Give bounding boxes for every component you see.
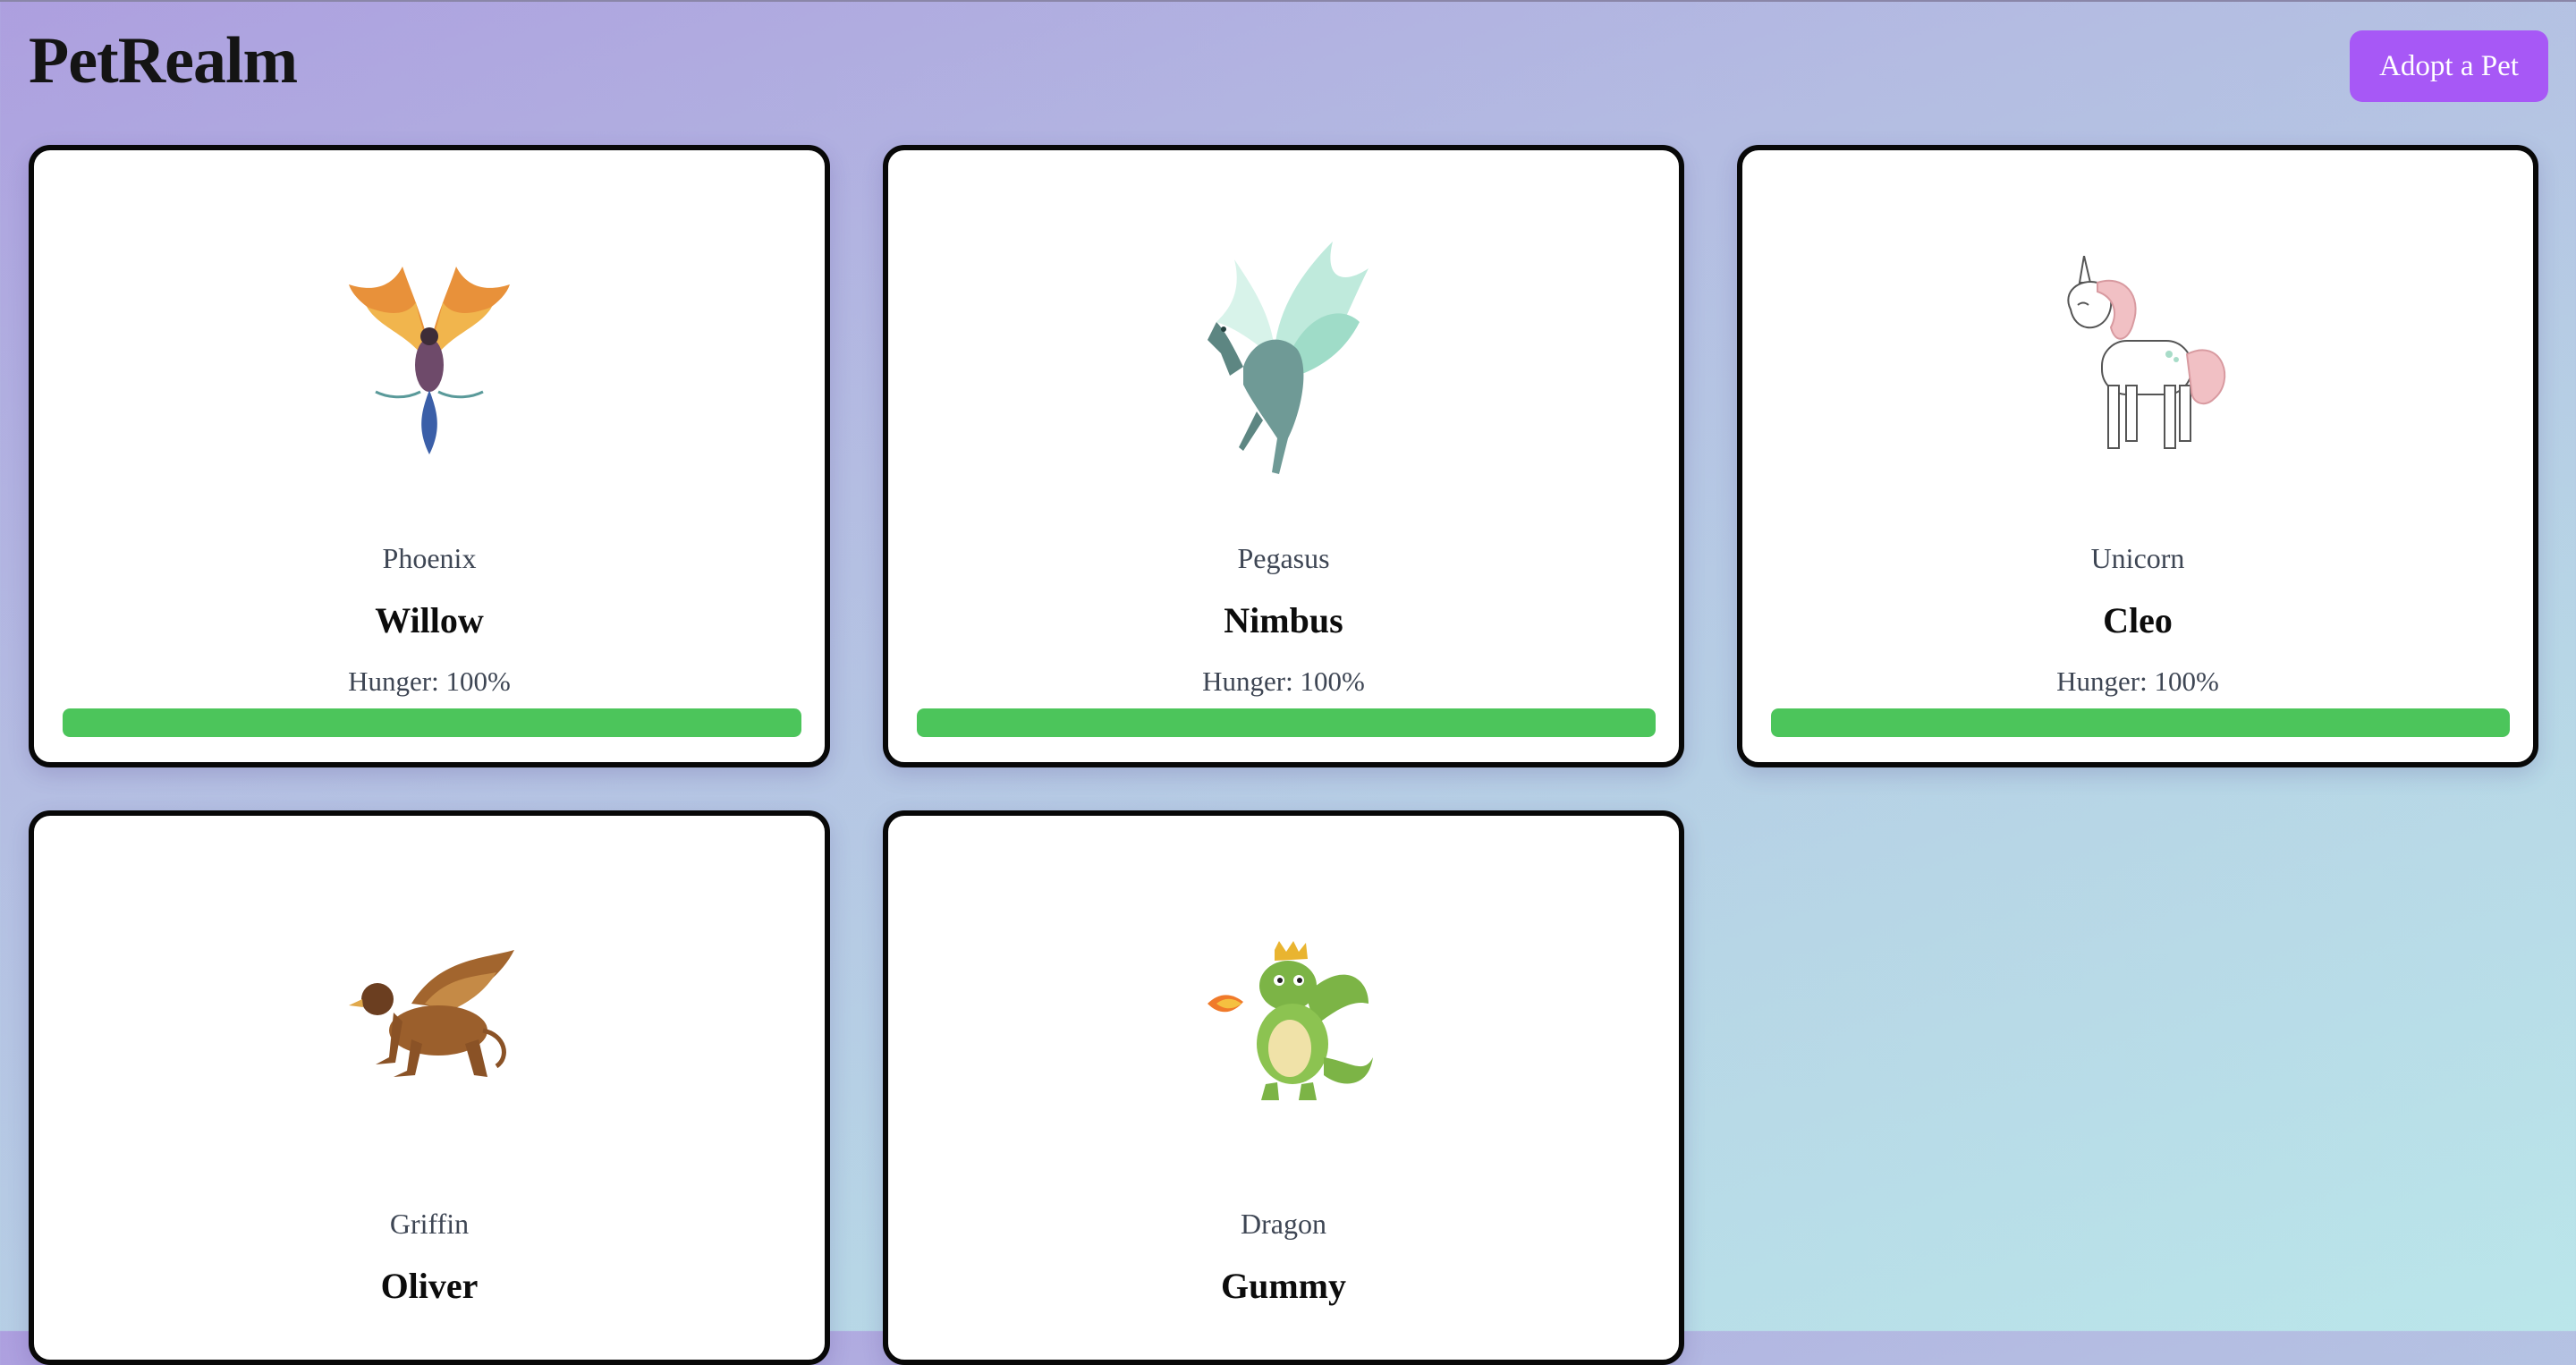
pet-name: Nimbus: [1224, 600, 1343, 640]
hunger-text: Hunger: 100%: [888, 666, 1679, 698]
hunger-label: Hunger:: [348, 666, 439, 697]
pegasus-image: [1208, 242, 1368, 474]
pet-name: Cleo: [2103, 600, 2173, 640]
hunger-value: 100%: [2154, 666, 2219, 697]
pet-card-gummy[interactable]: Dragon Gummy: [883, 810, 1684, 1365]
pet-card-willow[interactable]: Phoenix Willow Hunger: 100%: [29, 145, 830, 767]
hunger-bar-fill: [917, 708, 1656, 737]
hunger-bar-fill: [63, 708, 801, 737]
hunger-text: Hunger: 100%: [34, 666, 825, 698]
hunger-label: Hunger:: [1202, 666, 1293, 697]
pet-card-cleo[interactable]: Unicorn Cleo Hunger: 100%: [1737, 145, 2538, 767]
pet-species: Unicorn: [2090, 542, 2185, 574]
pet-name: Oliver: [380, 1266, 479, 1306]
phoenix-image: [349, 267, 510, 454]
hunger-text: Hunger: 100%: [1742, 666, 2533, 698]
hunger-label: Hunger:: [2056, 666, 2148, 697]
pet-name: Gummy: [1221, 1266, 1346, 1306]
dragon-image: [1208, 941, 1373, 1100]
pet-species: Griffin: [389, 1208, 470, 1240]
pet-card-nimbus[interactable]: Pegasus Nimbus Hunger: 100%: [883, 145, 1684, 767]
pet-species: Pegasus: [1237, 542, 1330, 574]
unicorn-image: [2067, 256, 2226, 449]
hunger-bar: [917, 708, 1656, 737]
app-logo: PetRealm: [29, 24, 298, 98]
hunger-bar: [63, 708, 801, 737]
pet-species: Dragon: [1241, 1208, 1326, 1240]
window-top-border: [0, 0, 2576, 2]
adopt-pet-button[interactable]: Adopt a Pet: [2350, 30, 2548, 102]
hunger-bar: [1771, 708, 2510, 737]
hunger-value: 100%: [1300, 666, 1365, 697]
pet-species: Phoenix: [382, 542, 477, 574]
griffin-image: [349, 950, 514, 1077]
pet-name: Willow: [375, 600, 484, 640]
hunger-bar-fill: [1771, 708, 2510, 737]
hunger-value: 100%: [445, 666, 511, 697]
pet-card-oliver[interactable]: Griffin Oliver: [29, 810, 830, 1365]
